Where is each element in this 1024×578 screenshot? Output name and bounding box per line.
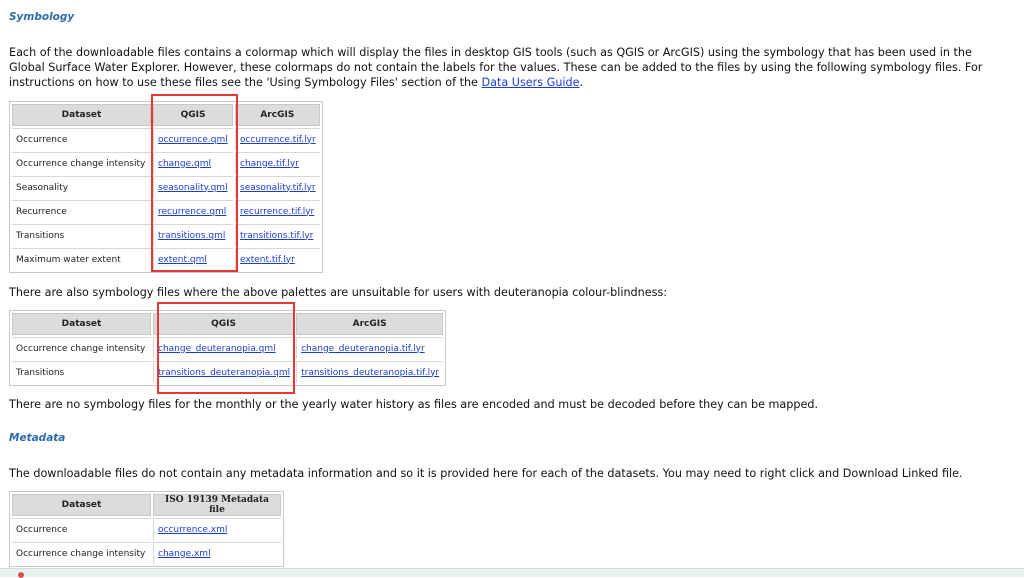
arcgis-link[interactable]: recurrence.tif.lyr (240, 207, 314, 217)
col-header-qgis: QGIS (153, 104, 233, 126)
arcgis-link[interactable]: seasonality.tif.lyr (240, 183, 316, 193)
symbology-table: Dataset QGIS ArcGIS Occurrence occurrenc… (9, 101, 323, 273)
col-header-qgis: QGIS (153, 313, 295, 335)
qgis-link[interactable]: change.qml (158, 159, 211, 169)
table-row: Occurrence occurrence.qml occurrence.tif… (12, 128, 320, 150)
table-row: Transitions transitions_deuteranopia.qml… (12, 361, 444, 383)
dataset-cell: Occurrence change intensity (12, 337, 151, 359)
table-row: Occurrence change intensity change.xml (12, 542, 281, 564)
col-header-dataset: Dataset (12, 313, 151, 335)
qgis-link[interactable]: seasonality.qml (158, 183, 228, 193)
dataset-cell: Transitions (12, 224, 151, 246)
table-row: Maximum water extent extent.qml extent.t… (12, 248, 320, 270)
metadata-table: Dataset ISO 19139 Metadata file Occurren… (9, 491, 284, 567)
deuteranopia-intro: There are also symbology files where the… (9, 286, 668, 299)
table-row: Recurrence recurrence.qml recurrence.tif… (12, 200, 320, 222)
arcgis-link[interactable]: change.tif.lyr (240, 159, 299, 169)
dataset-cell: Occurrence (12, 518, 151, 540)
no-symbology-note: There are no symbology files for the mon… (9, 398, 819, 411)
qgis-link[interactable]: extent.qml (158, 255, 207, 265)
qgis-link[interactable]: transitions.qml (158, 231, 225, 241)
dataset-cell: Seasonality (12, 176, 151, 198)
qgis-link[interactable]: transitions_deuteranopia.qml (158, 368, 290, 378)
deuteranopia-table: Dataset QGIS ArcGIS Occurrence change in… (9, 310, 447, 386)
dataset-cell: Occurrence change intensity (12, 152, 151, 174)
arcgis-link[interactable]: transitions_deuteranopia.tif.lyr (301, 368, 439, 378)
symbology-heading: Symbology (9, 11, 75, 23)
qgis-link[interactable]: change_deuteranopia.qml (158, 344, 276, 354)
dataset-cell: Occurrence (12, 128, 151, 150)
data-users-guide-link[interactable]: Data Users Guide (482, 76, 580, 89)
table-row: Occurrence occurrence.xml (12, 518, 281, 540)
table-row: Occurrence change intensity change_deute… (12, 337, 444, 359)
col-header-arcgis: ArcGIS (296, 313, 444, 335)
qgis-link[interactable]: recurrence.qml (158, 207, 226, 217)
col-header-dataset: Dataset (12, 494, 151, 516)
dataset-cell: Transitions (12, 361, 151, 383)
arcgis-link[interactable]: change_deuteranopia.tif.lyr (301, 344, 425, 354)
col-header-metadata-file: ISO 19139 Metadata file (153, 494, 281, 516)
symbology-intro-end: . (579, 76, 584, 89)
qgis-link[interactable]: occurrence.qml (158, 135, 228, 145)
metadata-intro: The downloadable files do not contain an… (9, 467, 963, 480)
metadata-file-link[interactable]: change.xml (158, 549, 211, 559)
metadata-heading: Metadata (9, 432, 66, 444)
table-row: Transitions transitions.qml transitions.… (12, 224, 320, 246)
status-dot-icon (18, 572, 24, 578)
table-row: Seasonality seasonality.qml seasonality.… (12, 176, 320, 198)
table-row: Occurrence change intensity change.qml c… (12, 152, 320, 174)
dataset-cell: Occurrence change intensity (12, 542, 151, 564)
col-header-dataset: Dataset (12, 104, 151, 126)
col-header-arcgis: ArcGIS (235, 104, 320, 126)
symbology-intro: Each of the downloadable files contains … (9, 45, 1009, 90)
dataset-cell: Maximum water extent (12, 248, 151, 270)
arcgis-link[interactable]: occurrence.tif.lyr (240, 135, 316, 145)
arcgis-link[interactable]: extent.tif.lyr (240, 255, 295, 265)
dataset-cell: Recurrence (12, 200, 151, 222)
arcgis-link[interactable]: transitions.tif.lyr (240, 231, 313, 241)
metadata-file-link[interactable]: occurrence.xml (158, 525, 227, 535)
